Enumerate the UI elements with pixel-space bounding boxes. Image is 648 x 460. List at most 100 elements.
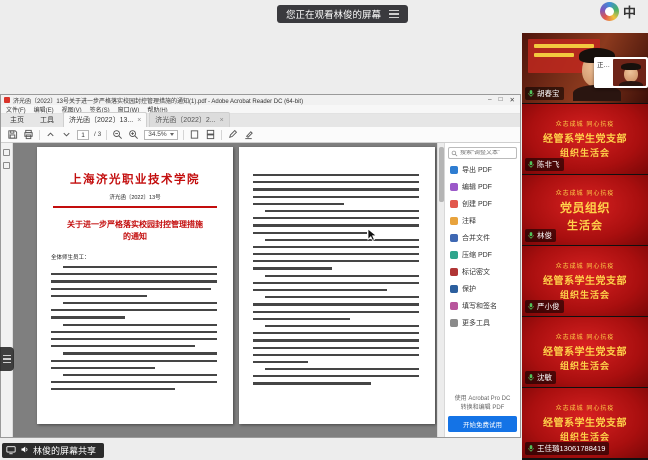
microphone-icon <box>527 373 535 382</box>
participant-name-tag: 王佳璐13061788419 <box>525 442 609 455</box>
document-title-line1: 关于进一步严格落实校园封控管理措施 <box>51 219 219 232</box>
tool-item-label: 压缩 PDF <box>462 250 492 260</box>
floating-video-window[interactable]: 正… <box>594 57 648 88</box>
zoom-level-value: 34.5% <box>148 131 166 138</box>
pdf-page-1: 上海济光职业技术学院 济光函〔2022〕13号 关于进一步严格落实校园封控管理措… <box>37 147 233 424</box>
poster-line2: 经管系学生党支部 <box>543 414 627 429</box>
single-page-view-icon[interactable] <box>189 129 200 140</box>
participant-tile[interactable]: 众志成城 同心抗疫 经管系学生党支部 组织生活会 陈非飞 <box>522 104 648 174</box>
doc-tab-close-icon[interactable]: × <box>220 117 224 124</box>
tool-item-protect[interactable]: 保护 <box>445 280 520 297</box>
participant-tile[interactable]: 众志成城 同心抗疫 经管系学生党支部 组织生活会 王佳璐13061788419 <box>522 388 648 458</box>
tab-home[interactable]: 主页 <box>3 113 31 127</box>
window-title: 济光函〔2022〕13号关于进一步严格落实校园封控管理措施的通知(1).pdf … <box>13 96 303 105</box>
page-number-input[interactable]: 1 <box>77 130 89 140</box>
tool-item-edit-pdf[interactable]: 编辑 PDF <box>445 178 520 195</box>
minimize-button[interactable]: – <box>488 96 492 104</box>
doc-tab-inactive[interactable]: 济光函〔2022〕2... × <box>149 112 229 127</box>
poster-line3: 生活会 <box>567 217 603 233</box>
document-viewport: 上海济光职业技术学院 济光函〔2022〕13号 关于进一步严格落实校园封控管理措… <box>13 143 437 437</box>
maximize-button[interactable]: □ <box>499 96 503 104</box>
create-pdf-icon <box>450 200 458 208</box>
microphone-icon <box>527 160 535 169</box>
doc-tab-active[interactable]: 济光函〔2022〕13... × <box>63 112 147 127</box>
poster-line2: 经管系学生党支部 <box>543 130 627 145</box>
poster-line1: 众志成城 同心抗疫 <box>556 119 615 128</box>
tool-item-export-pdf[interactable]: 导出 PDF <box>445 161 520 178</box>
tool-item-label: 标记密文 <box>462 267 490 277</box>
screen-share-pill: 林俊的屏幕共享 <box>2 443 104 458</box>
tool-item-label: 编辑 PDF <box>462 182 492 192</box>
meeting-app: 您正在观看林俊的屏幕 中 济光函〔2022〕13号关于进一步严格落实校园封控管理… <box>0 0 648 460</box>
audio-share-icon <box>20 445 29 456</box>
scrolling-view-icon[interactable] <box>205 129 216 140</box>
promo-line1: 使用 Acrobat Pro DC <box>448 395 517 404</box>
previous-page-icon[interactable] <box>45 129 56 140</box>
acrobat-window: 济光函〔2022〕13号关于进一步严格落实校园封控管理措施的通知(1).pdf … <box>0 94 521 438</box>
participant-tile[interactable]: 众志成城 同心抗疫 党员组织 生活会 林俊 <box>522 175 648 245</box>
attachments-panel-icon[interactable] <box>3 162 10 169</box>
close-button[interactable]: ✕ <box>510 96 515 104</box>
participant-name: 沈敏 <box>537 372 552 383</box>
tools-search-input[interactable] <box>460 150 514 156</box>
document-title: 关于进一步严格落实校园封控管理措施 的通知 <box>51 219 219 245</box>
participant-tile[interactable]: 众志成城 同心抗疫 经管系学生党支部 组织生活会 严小俊 <box>522 246 648 316</box>
watching-screen-text: 您正在观看林俊的屏幕 <box>286 7 381 21</box>
combine-files-icon <box>450 234 458 242</box>
slide-text-bar <box>534 44 594 48</box>
doc-tab-close-icon[interactable]: × <box>137 117 141 124</box>
banner-menu-icon[interactable] <box>389 10 399 18</box>
poster-line2: 党员组织 <box>560 199 610 216</box>
bookmarks-panel-icon[interactable] <box>3 149 10 156</box>
tool-item-combine-files[interactable]: 合并文件 <box>445 229 520 246</box>
fill-sign-icon <box>450 302 458 310</box>
slide-text-bar <box>534 53 574 57</box>
poster-line3: 组织生活会 <box>560 359 610 372</box>
poster-line1: 众志成城 同心抗疫 <box>556 332 615 341</box>
zoom-out-icon[interactable] <box>112 129 123 140</box>
doc-tab-active-label: 济光函〔2022〕13... <box>69 115 133 125</box>
tool-item-more-tools[interactable]: 更多工具 <box>445 314 520 331</box>
tool-item-redact[interactable]: 标记密文 <box>445 263 520 280</box>
document-title-line2: 的通知 <box>51 231 219 244</box>
tool-item-fill-sign[interactable]: 填写和签名 <box>445 297 520 314</box>
participant-name: 林俊 <box>537 230 552 241</box>
zoom-level-dropdown[interactable]: 34.5% <box>144 130 177 140</box>
comment-pen-icon[interactable] <box>227 129 238 140</box>
acrobat-app-icon <box>4 97 10 103</box>
print-icon[interactable] <box>23 129 34 140</box>
floating-window-video <box>613 59 646 86</box>
salutation: 全体师生员工： <box>51 253 219 261</box>
next-page-icon[interactable] <box>61 129 72 140</box>
highlighter-icon[interactable] <box>243 129 254 140</box>
poster-line1: 众志成城 同心抗疫 <box>556 188 615 197</box>
search-icon <box>451 150 458 157</box>
watching-screen-banner: 您正在观看林俊的屏幕 <box>277 5 408 23</box>
body-text-lines <box>253 174 421 385</box>
tool-item-label: 注释 <box>462 216 476 226</box>
comment-icon <box>450 217 458 225</box>
tab-tools[interactable]: 工具 <box>33 113 61 127</box>
free-trial-button[interactable]: 开始免费试用 <box>448 416 517 432</box>
mouse-cursor <box>367 228 377 247</box>
toolbar-separator <box>183 130 184 140</box>
poster-line2: 经管系学生党支部 <box>543 343 627 358</box>
chevron-down-icon <box>170 133 174 136</box>
sidebar-toggle-button[interactable] <box>0 347 14 371</box>
vertical-scrollbar[interactable] <box>437 143 444 437</box>
toolbar-separator <box>221 130 222 140</box>
participant-name: 陈非飞 <box>537 159 560 170</box>
save-icon[interactable] <box>7 129 18 140</box>
letterhead-title: 上海济光职业技术学院 <box>51 171 219 187</box>
tool-item-comment[interactable]: 注释 <box>445 212 520 229</box>
letterhead-divider <box>53 206 217 208</box>
tool-item-label: 保护 <box>462 284 476 294</box>
left-panel-rail <box>1 143 13 437</box>
tool-item-compress-pdf[interactable]: 压缩 PDF <box>445 246 520 263</box>
tool-item-create-pdf[interactable]: 创建 PDF <box>445 195 520 212</box>
tools-search[interactable] <box>448 147 517 159</box>
participant-name: 王佳璐13061788419 <box>537 443 605 454</box>
zoom-in-icon[interactable] <box>128 129 139 140</box>
participant-tile[interactable]: 众志成城 同心抗疫 经管系学生党支部 组织生活会 沈敏 <box>522 317 648 387</box>
protect-icon <box>450 285 458 293</box>
